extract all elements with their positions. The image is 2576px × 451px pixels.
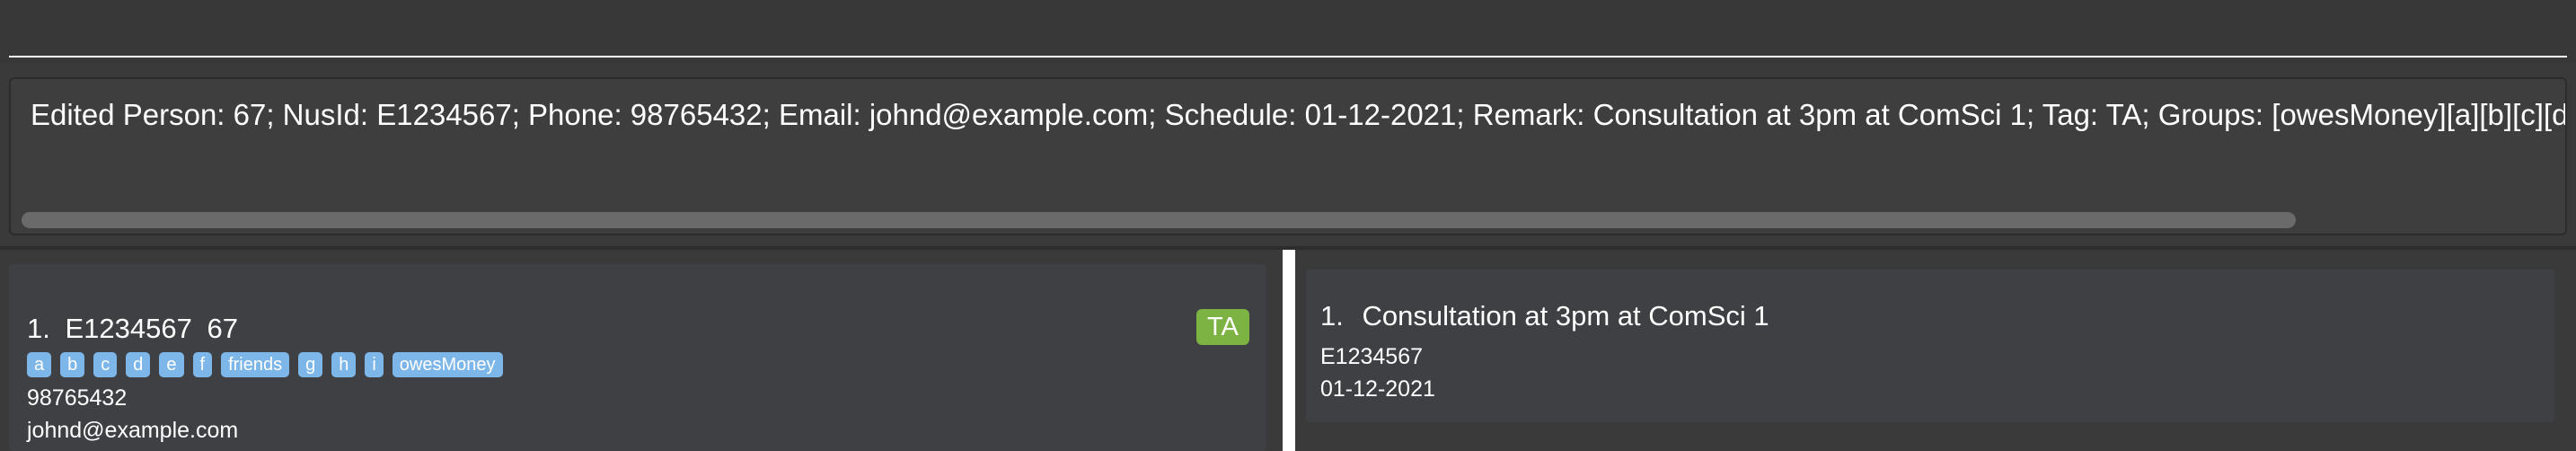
command-input[interactable] bbox=[9, 0, 2567, 57]
person-list-panel: 1. E1234567 67 TA a b c d e f friends g … bbox=[0, 250, 1283, 451]
group-chip: i bbox=[365, 352, 384, 377]
scrollbar-thumb[interactable] bbox=[22, 212, 2296, 228]
group-chip-list: a b c d e f friends g h i owesMoney bbox=[27, 352, 503, 377]
person-card[interactable]: 1. E1234567 67 TA a b c d e f friends g … bbox=[9, 264, 1266, 451]
person-card-header: 1. E1234567 67 bbox=[27, 313, 245, 345]
schedule-index: 1. bbox=[1320, 300, 1344, 332]
person-name: 67 bbox=[207, 313, 238, 344]
app-window: Edited Person: 67; NusId: E1234567; Phon… bbox=[0, 0, 2576, 451]
schedule-list-panel: 1. Consultation at 3pm at ComSci 1 E1234… bbox=[1295, 250, 2576, 451]
group-chip: owesMoney bbox=[392, 352, 503, 377]
schedule-card[interactable]: 1. Consultation at 3pm at ComSci 1 E1234… bbox=[1306, 270, 2554, 422]
group-chip: g bbox=[298, 352, 323, 377]
group-chip: c bbox=[93, 352, 118, 377]
person-index: 1. bbox=[27, 313, 50, 344]
group-chip: a bbox=[27, 352, 52, 377]
schedule-date: 01-12-2021 bbox=[1320, 376, 1435, 402]
group-chip: e bbox=[159, 352, 184, 377]
group-chip: f bbox=[192, 352, 213, 377]
group-chip: friends bbox=[221, 352, 290, 377]
result-display[interactable]: Edited Person: 67; NusId: E1234567; Phon… bbox=[9, 77, 2567, 235]
schedule-card-header: 1. Consultation at 3pm at ComSci 1 bbox=[1320, 300, 1780, 332]
tag-badge: TA bbox=[1196, 309, 1249, 345]
result-horizontal-scrollbar[interactable] bbox=[22, 212, 2558, 228]
command-box-area bbox=[0, 0, 2576, 63]
person-nus-id: E1234567 bbox=[65, 313, 192, 344]
group-chip: b bbox=[60, 352, 85, 377]
schedule-remark: Consultation at 3pm at ComSci 1 bbox=[1362, 300, 1769, 332]
person-phone: 98765432 bbox=[27, 385, 128, 411]
split-pane-divider[interactable] bbox=[1283, 250, 1295, 451]
person-email: johnd@example.com bbox=[27, 418, 239, 443]
result-message: Edited Person: 67; NusId: E1234567; Phon… bbox=[31, 98, 2567, 131]
person-list-scrollbar[interactable] bbox=[1274, 264, 1283, 451]
group-chip: h bbox=[331, 352, 357, 377]
schedule-nus-id: E1234567 bbox=[1320, 344, 1424, 369]
group-chip: d bbox=[126, 352, 151, 377]
